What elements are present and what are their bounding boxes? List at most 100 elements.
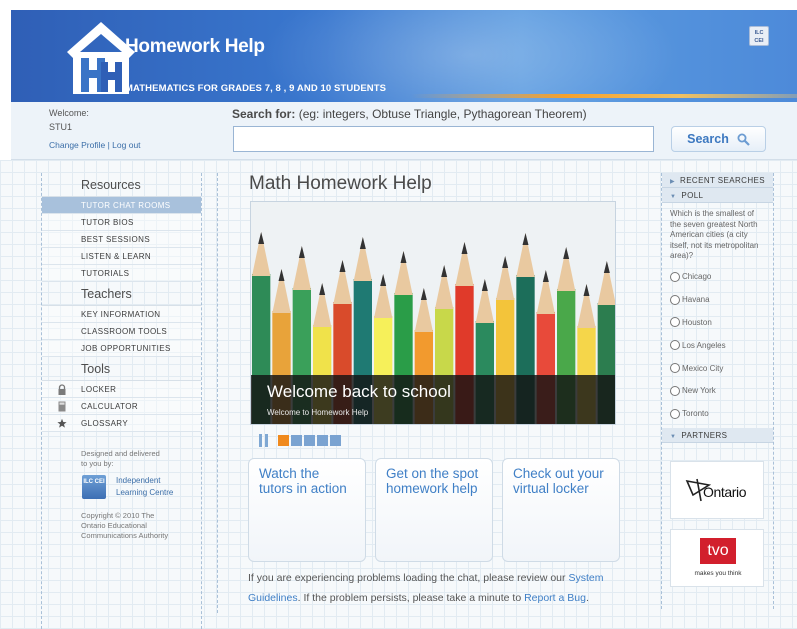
poll-option-toronto[interactable]: Toronto — [662, 402, 773, 425]
ilc-badge-icon[interactable]: ILC CEI — [749, 26, 769, 46]
right-panel: ▶ RECENT SEARCHES ▼ POLL Which is the smal… — [661, 173, 774, 609]
poll-option-new-york[interactable]: New York — [662, 379, 773, 402]
poll-label: POLL — [681, 191, 704, 200]
sidebar-item-label: LOCKER — [81, 385, 117, 394]
poll-option-label: Chicago — [682, 272, 712, 282]
resources-heading: Resources — [42, 173, 201, 197]
sidebar-item-listen-learn[interactable]: LISTEN & LEARN — [42, 248, 201, 265]
poll-option-chicago[interactable]: Chicago — [662, 266, 773, 289]
poll-option-houston[interactable]: Houston — [662, 311, 773, 334]
sidebar-item-best-sessions[interactable]: BEST SESSIONS — [42, 231, 201, 248]
tvo-partner-logo[interactable]: tvo makes you think — [670, 529, 764, 587]
sidebar-item-locker[interactable]: LOCKER — [42, 381, 201, 398]
teachers-heading: Teachers — [42, 282, 201, 306]
poll-option-havana[interactable]: Havana — [662, 288, 773, 311]
triangle-down-icon: ▼ — [670, 434, 677, 441]
partners-label: PARTNERS — [681, 431, 728, 441]
slide-dot[interactable] — [317, 435, 328, 446]
sidebar-item-tutor-bios[interactable]: TUTOR BIOS — [42, 214, 201, 231]
calculator-icon — [58, 401, 66, 412]
poll-option-label: Toronto — [682, 409, 709, 419]
poll-option-label: New York — [682, 386, 716, 396]
poll-question: Which is the smallest of the seven great… — [670, 209, 759, 260]
ilc-name-link[interactable]: Independent Learning Centre — [116, 475, 186, 499]
ilc-logo[interactable]: ILC CEI — [82, 475, 106, 499]
change-profile-link[interactable]: Change Profile — [49, 140, 105, 150]
header-stripe — [411, 94, 797, 98]
search-button[interactable]: Search — [671, 126, 766, 152]
designed-by-text: Designed and delivered to you by: — [81, 449, 160, 468]
search-input[interactable] — [233, 126, 654, 152]
logout-link[interactable]: Log out — [112, 140, 140, 150]
poll-option-label: Los Angeles — [682, 340, 726, 350]
page-title: Math Homework Help — [249, 173, 432, 194]
poll-option-label: Houston — [682, 317, 712, 327]
partners-header[interactable]: ▼ PARTNERS — [662, 428, 773, 444]
site-header: Homework Help MATHEMATICS FOR GRADES 7, … — [11, 10, 797, 102]
notice-text: . — [585, 592, 589, 604]
hero-title: Welcome back to school — [267, 382, 451, 401]
lock-icon — [58, 384, 66, 395]
sidebar-item-key-information[interactable]: KEY INFORMATION — [42, 306, 201, 323]
star-icon — [57, 418, 67, 428]
search-icon — [737, 133, 750, 146]
sidebar-item-tutor-chat-rooms[interactable]: TUTOR CHAT ROOMS — [42, 197, 201, 214]
site-title: Homework Help — [125, 36, 265, 57]
radio-button[interactable] — [670, 385, 680, 396]
sidebar-item-job-opportunities[interactable]: JOB OPPORTUNITIES — [42, 340, 201, 357]
sidebar-item-label: CALCULATOR — [81, 402, 139, 411]
virtual-locker-card[interactable]: Check out your virtual locker — [502, 458, 620, 562]
search-hint: (eg: integers, Obtuse Triangle, Pythagor… — [295, 107, 587, 121]
radio-button[interactable] — [670, 340, 680, 351]
poll-option-los-angeles[interactable]: Los Angeles — [662, 334, 773, 357]
watch-tutors-card[interactable]: Watch the tutors in action — [248, 458, 366, 562]
copyright-text: Copyright © 2010 The Ontario Educational… — [81, 511, 169, 540]
search-label: Search for: (eg: integers, Obtuse Triang… — [232, 107, 587, 121]
site-subtitle: MATHEMATICS FOR GRADES 7, 8 , 9 AND 10 S… — [125, 83, 387, 94]
triangle-down-icon: ▼ — [670, 194, 677, 200]
username: STU1 — [49, 122, 73, 132]
tools-heading: Tools — [42, 357, 201, 381]
sidebar-item-tutorials[interactable]: TUTORIALS — [42, 265, 201, 282]
radio-button[interactable] — [670, 294, 680, 305]
notice-text: . If the problem persists, please take a… — [297, 592, 525, 604]
hero-caption: Welcome back to school Welcome to Homewo… — [251, 375, 615, 424]
slide-dot[interactable] — [304, 435, 315, 446]
column-divider — [217, 173, 218, 613]
poll-option-label: Mexico City — [682, 363, 724, 373]
pause-icon[interactable] — [259, 434, 271, 447]
radio-button[interactable] — [670, 363, 680, 374]
slide-dot[interactable] — [291, 435, 302, 446]
sidebar-item-classroom-tools[interactable]: CLASSROOM TOOLS — [42, 323, 201, 340]
poll-option-mexico-city[interactable]: Mexico City — [662, 357, 773, 380]
hero-banner[interactable]: Welcome back to school Welcome to Homewo… — [250, 201, 616, 425]
user-search-bar: Welcome: STU1 Change Profile | Log out S… — [11, 102, 797, 160]
notice-text: If you are experiencing problems loading… — [248, 572, 569, 584]
homework-help-card[interactable]: Get on the spot homework help — [375, 458, 493, 562]
hero-subtitle: Welcome to Homework Help — [267, 408, 369, 417]
left-sidebar: Resources TUTOR CHAT ROOMS TUTOR BIOS BE… — [41, 173, 202, 629]
radio-button[interactable] — [670, 271, 680, 282]
search-label-bold: Search for: — [232, 107, 296, 121]
poll-option-label: Havana — [682, 295, 710, 305]
search-button-label: Search — [687, 132, 729, 146]
triangle-right-icon: ▶ — [670, 179, 676, 185]
radio-button[interactable] — [670, 408, 680, 419]
recent-searches-label: RECENT SEARCHES — [680, 176, 765, 185]
chat-problem-notice: If you are experiencing problems loading… — [248, 568, 628, 608]
welcome-label: Welcome: — [49, 108, 89, 118]
tvo-wordmark: tvo — [700, 538, 736, 564]
sidebar-item-label: GLOSSARY — [81, 419, 129, 428]
profile-links: Change Profile | Log out — [49, 140, 141, 150]
slider-controls — [259, 434, 341, 447]
tvo-tagline: makes you think — [694, 570, 742, 577]
slide-dot[interactable] — [278, 435, 289, 446]
sidebar-item-glossary[interactable]: GLOSSARY — [42, 415, 201, 432]
report-bug-link[interactable]: Report a Bug — [524, 592, 586, 604]
ontario-partner-logo[interactable]: Ontario — [670, 461, 764, 519]
recent-searches-header[interactable]: ▶ RECENT SEARCHES — [662, 173, 773, 188]
sidebar-item-calculator[interactable]: CALCULATOR — [42, 398, 201, 415]
radio-button[interactable] — [670, 317, 680, 328]
slide-dot[interactable] — [330, 435, 341, 446]
poll-header[interactable]: ▼ POLL — [662, 188, 773, 203]
